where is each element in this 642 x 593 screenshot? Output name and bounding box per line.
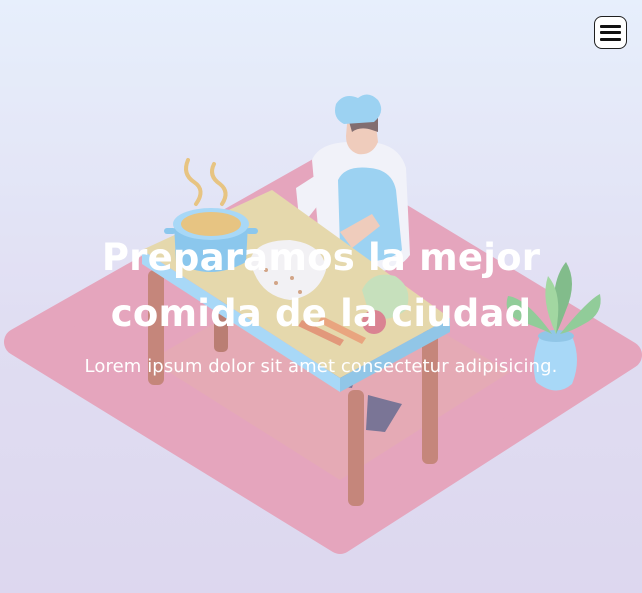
hero-title: Preparamos la mejor comida de la ciudad: [101, 236, 541, 335]
hamburger-bar: [600, 24, 621, 28]
hamburger-bar: [600, 31, 621, 34]
hero-copy: Preparamos la mejor comida de la ciudad …: [20, 230, 622, 380]
menu-button[interactable]: [594, 16, 627, 49]
hero-subtitle: Lorem ipsum dolor sit amet consectetur a…: [84, 356, 558, 377]
hero-section: Preparamos la mejor comida de la ciudad …: [0, 0, 642, 593]
hamburger-bar: [600, 37, 621, 41]
hamburger-icon: [600, 24, 621, 41]
